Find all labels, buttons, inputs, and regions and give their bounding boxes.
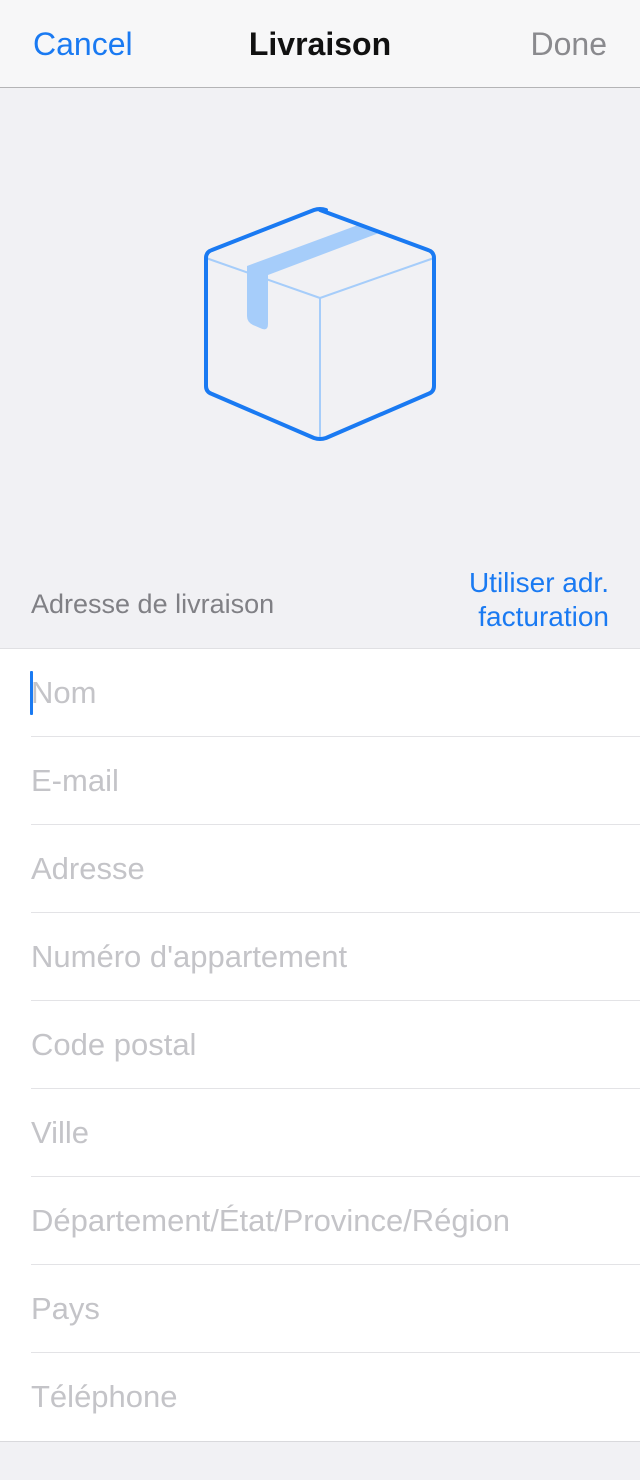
done-button[interactable]: Done <box>531 24 608 64</box>
country-field[interactable] <box>31 1265 609 1352</box>
postal-code-field[interactable] <box>31 1001 609 1088</box>
form-row-apartment <box>31 913 640 1001</box>
use-billing-label-line2: facturation <box>478 601 609 632</box>
hero-illustration <box>0 88 640 648</box>
form-row-postal-code <box>31 1001 640 1089</box>
form-row-address <box>31 825 640 913</box>
address-field[interactable] <box>31 825 609 912</box>
form-row-phone <box>31 1353 640 1441</box>
form-row-region <box>31 1177 640 1265</box>
form-row-name <box>30 649 640 737</box>
text-cursor <box>30 671 33 715</box>
navigation-bar: Cancel Livraison Done <box>0 0 640 88</box>
form-row-city <box>31 1089 640 1177</box>
phone-field[interactable] <box>31 1353 609 1440</box>
apartment-field[interactable] <box>31 913 609 1000</box>
form-row-country <box>31 1265 640 1353</box>
use-billing-label-line1: Utiliser adr. <box>468 567 609 598</box>
region-field[interactable] <box>31 1177 609 1264</box>
form-row-email <box>31 737 640 825</box>
city-field[interactable] <box>31 1089 609 1176</box>
use-billing-address-button[interactable]: Utiliser adr. facturation <box>409 566 609 634</box>
shipping-address-form <box>0 648 640 1442</box>
package-box-icon <box>204 207 436 441</box>
email-field[interactable] <box>31 737 609 824</box>
name-field[interactable] <box>31 649 609 736</box>
section-header-label: Adresse de livraison <box>31 589 275 619</box>
